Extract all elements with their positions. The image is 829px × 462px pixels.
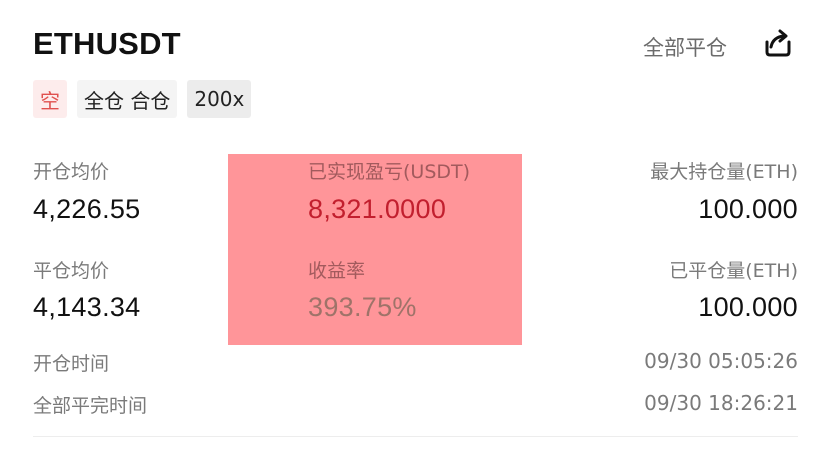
closed-qty-label: 已平仓量(ETH) xyxy=(669,260,798,282)
open-time-value: 09/30 05:05:26 xyxy=(644,349,798,373)
position-tags: 空 全仓 合仓 200x xyxy=(33,80,252,118)
open-avg-price-label: 开仓均价 xyxy=(33,161,110,183)
realized-pnl-label: 已实现盈亏(USDT) xyxy=(308,161,471,183)
margin-mode-badge: 全仓 合仓 xyxy=(77,80,178,118)
max-hold-value: 100.000 xyxy=(698,194,798,224)
share-icon xyxy=(765,29,791,57)
open-time-label: 开仓时间 xyxy=(33,353,110,375)
share-button[interactable] xyxy=(760,26,796,60)
divider xyxy=(33,436,798,437)
close-all-button[interactable]: 全部平仓 xyxy=(643,32,727,62)
roi-value: 393.75% xyxy=(308,292,417,322)
max-hold-label: 最大持仓量(ETH) xyxy=(650,161,798,183)
closed-qty-value: 100.000 xyxy=(698,292,798,322)
leverage-badge: 200x xyxy=(187,80,252,118)
close-avg-price-value: 4,143.34 xyxy=(33,292,141,322)
roi-label: 收益率 xyxy=(308,260,366,282)
full-close-time-value: 09/30 18:26:21 xyxy=(644,391,798,415)
side-badge: 空 xyxy=(33,80,67,118)
realized-pnl-value: 8,321.0000 xyxy=(308,194,447,224)
close-avg-price-label: 平仓均价 xyxy=(33,260,110,282)
full-close-time-label: 全部平完时间 xyxy=(33,395,148,417)
open-avg-price-value: 4,226.55 xyxy=(33,194,141,224)
symbol-title: ETHUSDT xyxy=(33,26,181,61)
